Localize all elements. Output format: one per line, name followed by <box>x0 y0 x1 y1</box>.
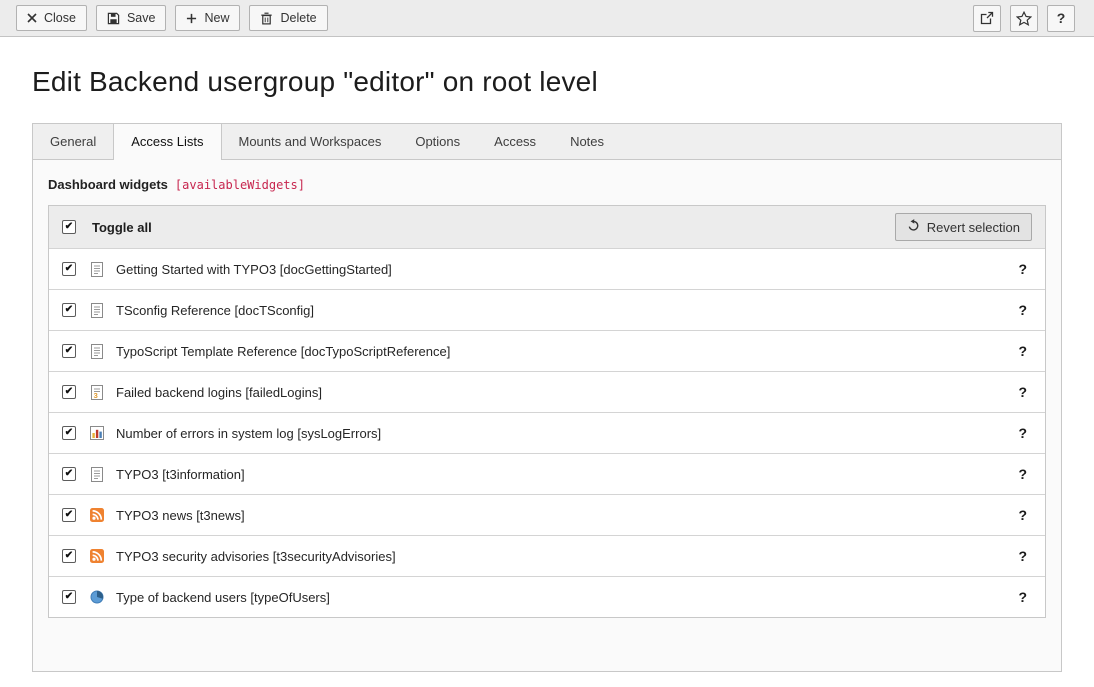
widget-label: TSconfig Reference [docTSconfig] <box>116 303 1013 318</box>
revert-selection-label: Revert selection <box>927 220 1020 235</box>
table-row[interactable]: ✔ TypoScript Template Reference [docTypo… <box>49 330 1045 371</box>
row-help-button[interactable]: ? <box>1013 507 1032 523</box>
plus-icon <box>186 13 197 24</box>
close-button-label: Close <box>44 10 76 26</box>
row-help-button[interactable]: ? <box>1013 261 1032 277</box>
table-row[interactable]: ✔ TSconfig Reference [docTSconfig] ? <box>49 289 1045 330</box>
delete-button[interactable]: Delete <box>249 5 327 31</box>
section-field-code: [availableWidgets] <box>175 178 305 192</box>
table-row[interactable]: ✔ Type of backend users [typeOfUsers] ? <box>49 576 1045 617</box>
new-button-label: New <box>204 10 229 26</box>
rss-icon <box>89 549 105 563</box>
tab-panel-access-lists: Dashboard widgets [availableWidgets] ✔ To… <box>32 160 1062 672</box>
row-checkbox[interactable]: ✔ <box>62 344 76 358</box>
row-help-button[interactable]: ? <box>1013 589 1032 605</box>
section-label: Dashboard widgets [availableWidgets] <box>48 177 1046 192</box>
docheader-button-group: Close Save New <box>16 5 328 31</box>
widget-label: Number of errors in system log [sysLogEr… <box>116 426 1013 441</box>
tab-access[interactable]: Access <box>477 124 553 159</box>
row-help-button[interactable]: ? <box>1013 425 1032 441</box>
tab-mounts-and-workspaces[interactable]: Mounts and Workspaces <box>222 124 399 159</box>
delete-button-label: Delete <box>280 10 316 26</box>
row-checkbox[interactable]: ✔ <box>62 467 76 481</box>
table-row[interactable]: ✔ 3 Failed backend logins [failedLogins]… <box>49 371 1045 412</box>
toggle-all-checkbox[interactable]: ✔ <box>62 220 76 234</box>
tab-notes[interactable]: Notes <box>553 124 621 159</box>
open-in-new-window-button[interactable] <box>973 5 1001 32</box>
widget-label: TYPO3 [t3information] <box>116 467 1013 482</box>
trash-icon <box>260 12 273 25</box>
save-icon <box>107 12 120 25</box>
document-icon <box>89 467 105 482</box>
table-row[interactable]: ✔ Number of errors in system log [sysLog… <box>49 412 1045 453</box>
tab-options[interactable]: Options <box>398 124 477 159</box>
save-button-label: Save <box>127 10 156 26</box>
revert-selection-button[interactable]: Revert selection <box>895 213 1032 241</box>
docheader: Close Save New <box>0 0 1094 37</box>
table-row[interactable]: ✔ TYPO3 news [t3news] ? <box>49 494 1045 535</box>
tab-general[interactable]: General <box>33 124 113 159</box>
widget-label: TypoScript Template Reference [docTypoSc… <box>116 344 1013 359</box>
open-in-new-window-icon <box>980 11 994 25</box>
save-button[interactable]: Save <box>96 5 167 31</box>
row-help-button[interactable]: ? <box>1013 343 1032 359</box>
row-checkbox[interactable]: ✔ <box>62 508 76 522</box>
list-number-icon: 3 <box>89 385 105 400</box>
bookmark-button[interactable] <box>1010 5 1038 32</box>
bookmark-star-icon <box>1016 11 1032 26</box>
rss-icon <box>89 508 105 522</box>
row-help-button[interactable]: ? <box>1013 384 1032 400</box>
tab-access-lists[interactable]: Access Lists <box>113 124 221 160</box>
row-checkbox[interactable]: ✔ <box>62 426 76 440</box>
row-help-button[interactable]: ? <box>1013 466 1032 482</box>
new-button[interactable]: New <box>175 5 240 31</box>
row-help-button[interactable]: ? <box>1013 302 1032 318</box>
widget-label: TYPO3 security advisories [t3securityAdv… <box>116 549 1013 564</box>
revert-icon <box>907 219 920 235</box>
row-checkbox[interactable]: ✔ <box>62 262 76 276</box>
row-checkbox[interactable]: ✔ <box>62 303 76 317</box>
table-row[interactable]: ✔ Getting Started with TYPO3 [docGetting… <box>49 248 1045 289</box>
table-row[interactable]: ✔ TYPO3 [t3information] ? <box>49 453 1045 494</box>
docheader-icon-group: ? <box>973 5 1075 32</box>
document-icon <box>89 262 105 277</box>
svg-text:3: 3 <box>94 391 98 400</box>
row-checkbox[interactable]: ✔ <box>62 385 76 399</box>
close-icon <box>27 13 37 23</box>
row-help-button[interactable]: ? <box>1013 548 1032 564</box>
table-header-row: ✔ Toggle all Revert selection <box>49 206 1045 248</box>
widget-label: Getting Started with TYPO3 [docGettingSt… <box>116 262 1013 277</box>
close-button[interactable]: Close <box>16 5 87 31</box>
widgets-table: ✔ Toggle all Revert selection ✔ Getting … <box>48 205 1046 618</box>
pie-chart-icon <box>89 590 105 604</box>
widget-label: TYPO3 news [t3news] <box>116 508 1013 523</box>
document-icon <box>89 303 105 318</box>
row-checkbox[interactable]: ✔ <box>62 549 76 563</box>
toggle-all-label: Toggle all <box>92 220 895 235</box>
document-icon <box>89 344 105 359</box>
widget-label: Failed backend logins [failedLogins] <box>116 385 1013 400</box>
table-row[interactable]: ✔ TYPO3 security advisories [t3securityA… <box>49 535 1045 576</box>
section-title: Dashboard widgets <box>48 177 168 192</box>
help-button[interactable]: ? <box>1047 5 1075 32</box>
row-checkbox[interactable]: ✔ <box>62 590 76 604</box>
tab-bar: General Access Lists Mounts and Workspac… <box>32 123 1062 160</box>
page-title: Edit Backend usergroup "editor" on root … <box>32 66 1062 98</box>
help-icon: ? <box>1057 10 1066 26</box>
widget-label: Type of backend users [typeOfUsers] <box>116 590 1013 605</box>
bar-chart-icon <box>89 426 105 440</box>
